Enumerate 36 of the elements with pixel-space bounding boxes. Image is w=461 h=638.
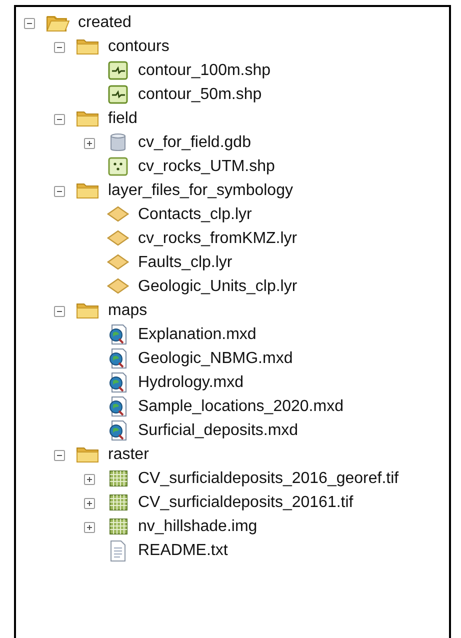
expand-toggle[interactable] xyxy=(84,474,95,484)
tree-item[interactable]: Geologic_Units_clp.lyr xyxy=(138,277,298,297)
tree-item[interactable]: Contacts_clp.lyr xyxy=(138,205,252,225)
tree-item[interactable]: Explanation.mxd xyxy=(138,325,256,345)
collapse-toggle[interactable] xyxy=(54,186,65,196)
collapse-toggle[interactable] xyxy=(54,114,65,124)
tree-item[interactable]: nv_hillshade.img xyxy=(138,517,258,537)
point-symbol-icon xyxy=(106,155,130,179)
tree-item[interactable]: contour_50m.shp xyxy=(138,85,262,105)
tree-item[interactable]: layer_files_for_symbology xyxy=(108,181,293,201)
expand-toggle[interactable] xyxy=(84,498,95,508)
tree-item[interactable]: Sample_locations_2020.mxd xyxy=(138,397,344,417)
tree-item[interactable]: field xyxy=(108,109,138,129)
tree-item[interactable]: created xyxy=(78,13,132,33)
tree-item[interactable]: maps xyxy=(108,301,148,321)
tree-item[interactable]: Surficial_deposits.mxd xyxy=(138,421,298,441)
tree-item[interactable]: cv_rocks_UTM.shp xyxy=(138,157,275,177)
tree-item[interactable]: CV_surficialdeposits_20161.tif xyxy=(138,493,354,513)
tree-item[interactable]: README.txt xyxy=(138,541,228,561)
collapse-toggle[interactable] xyxy=(54,42,65,52)
tree-item[interactable]: cv_rocks_fromKMZ.lyr xyxy=(138,229,298,249)
tree-item[interactable]: cv_for_field.gdb xyxy=(138,133,251,153)
collapse-toggle[interactable] xyxy=(24,18,35,28)
tree-item[interactable]: CV_surficialdeposits_2016_georef.tif xyxy=(138,469,399,489)
line-symbol-icon xyxy=(106,83,130,107)
tree-item[interactable]: Geologic_NBMG.mxd xyxy=(138,349,293,369)
tree-item[interactable]: contour_100m.shp xyxy=(138,61,271,81)
collapse-toggle[interactable] xyxy=(54,450,65,460)
tree-item[interactable]: raster xyxy=(108,445,149,465)
tree-item[interactable]: contours xyxy=(108,37,170,57)
expand-toggle[interactable] xyxy=(84,522,95,532)
tree-item[interactable]: Hydrology.mxd xyxy=(138,373,244,393)
collapse-toggle[interactable] xyxy=(54,306,65,316)
line-symbol-icon xyxy=(106,59,130,83)
tree-item[interactable]: Faults_clp.lyr xyxy=(138,253,232,273)
expand-toggle[interactable] xyxy=(84,138,95,148)
